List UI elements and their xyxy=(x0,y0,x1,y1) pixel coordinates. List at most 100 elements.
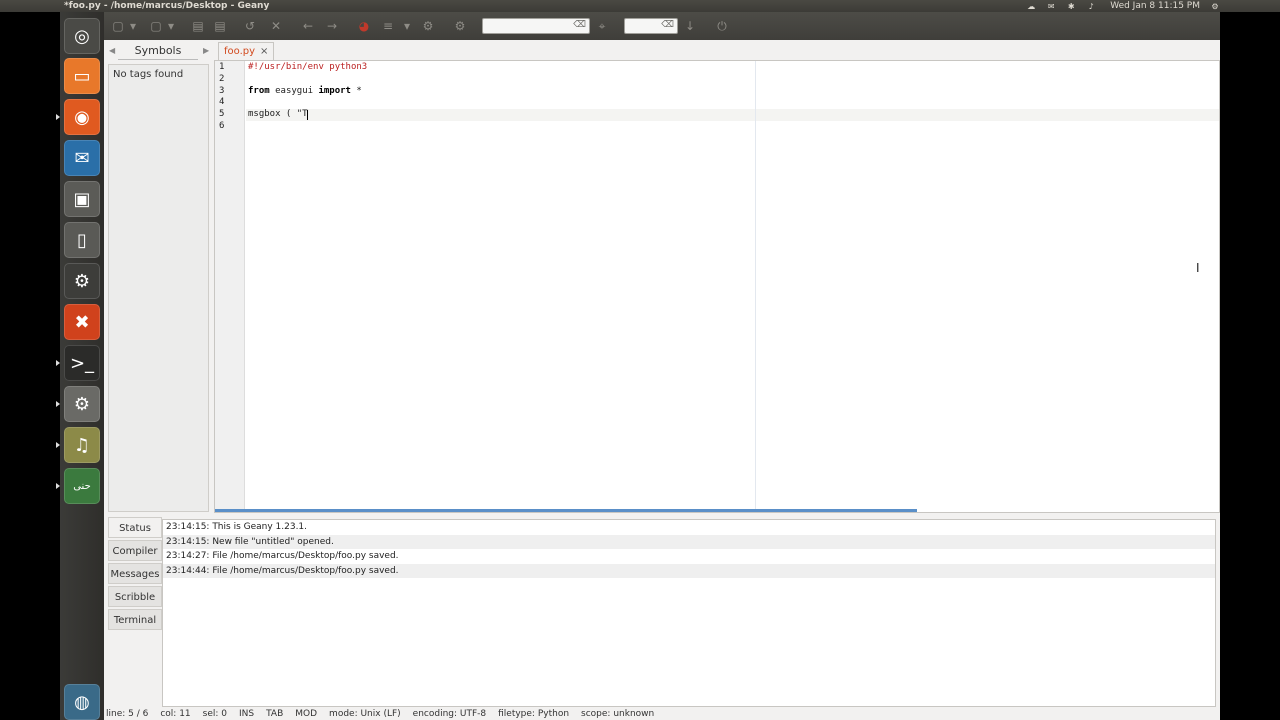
tab-right-arrow-icon[interactable]: ▶ xyxy=(203,46,209,55)
toolbar: ▢ ▾ ▢ ▾ ▤ ▤ ↺ ✕ ← → ◕ ≡ ▾ ⚙ ⚙ ⌫ ⌖ ⌫ ↓ ⏻ xyxy=(104,12,1220,40)
tab-label: foo.py xyxy=(224,46,256,57)
log-row: 23:14:15: New file "untitled" opened. xyxy=(163,534,1215,549)
log-row: 23:14:27: File /home/marcus/Desktop/foo.… xyxy=(166,551,399,561)
line-number: 2 xyxy=(219,73,225,84)
trash-icon[interactable]: ◍ xyxy=(64,684,100,720)
line-number: 6 xyxy=(219,121,225,131)
disk-icon[interactable]: ▣ xyxy=(64,181,100,217)
clear-icon[interactable]: ⌫ xyxy=(573,20,586,30)
symbols-list: No tags found xyxy=(108,64,209,512)
speaker-icon[interactable]: ♫ xyxy=(64,427,100,463)
no-tags-label: No tags found xyxy=(113,69,184,80)
files-icon[interactable]: ▭ xyxy=(64,58,100,94)
close-icon[interactable]: × xyxy=(260,43,268,61)
tab-foo-py[interactable]: foo.py × xyxy=(218,42,275,61)
code-line: msgbox ( "T xyxy=(248,109,308,119)
keyword-token: import xyxy=(318,85,351,96)
undo-icon[interactable]: ← xyxy=(300,18,316,34)
stop-icon[interactable]: ✖ xyxy=(64,304,100,340)
color-chooser-icon[interactable]: ◕ xyxy=(356,18,372,34)
code-line: #!/usr/bin/env python3 xyxy=(248,62,367,72)
tab-scribble[interactable]: Scribble xyxy=(108,586,162,607)
firefox-icon[interactable]: ◉ xyxy=(64,99,100,135)
build-icon[interactable]: ≡ xyxy=(380,18,396,34)
keyword-token: from xyxy=(248,85,270,96)
tab-status[interactable]: Status xyxy=(108,517,162,538)
search-input[interactable]: ⌫ xyxy=(482,18,590,34)
gear-icon[interactable]: ⚙ xyxy=(1210,2,1220,11)
mail-icon[interactable]: ✉ xyxy=(64,140,100,176)
ubuntu-logo-icon[interactable]: ◎ xyxy=(64,18,100,54)
line-number: 3 xyxy=(219,85,225,96)
code-token: msgbox ( "T xyxy=(248,109,308,120)
dropdown-icon[interactable]: ▾ xyxy=(402,18,412,34)
dropdown-icon[interactable]: ▾ xyxy=(128,18,138,34)
system-tray: ☁ ✉ ✱ ♪ Wed Jan 8 11:15 PM ⚙ xyxy=(1026,0,1220,12)
quit-icon[interactable]: ⏻ xyxy=(714,18,730,34)
horizontal-scrollbar[interactable] xyxy=(215,509,917,512)
status-line: line: 5 / 6 xyxy=(106,709,149,719)
tab-symbols[interactable]: Symbols xyxy=(118,42,198,60)
status-mod: MOD xyxy=(295,709,318,719)
log-row: 23:14:44: File /home/marcus/Desktop/foo.… xyxy=(163,563,1215,578)
execute-icon[interactable]: ⚙ xyxy=(420,18,436,34)
text-caret xyxy=(307,110,308,120)
new-file-icon[interactable]: ▢ xyxy=(110,18,126,34)
volume-icon[interactable]: ♪ xyxy=(1086,2,1096,11)
top-panel: *foo.py - /home/marcus/Desktop - Geany ☁… xyxy=(0,0,1280,12)
code-token: * xyxy=(350,85,362,96)
line-number-gutter: 123456 xyxy=(215,61,245,512)
window-title: *foo.py - /home/marcus/Desktop - Geany xyxy=(64,1,270,11)
long-line-marker xyxy=(755,61,756,512)
revert-icon[interactable]: ↺ xyxy=(242,18,258,34)
message-window: Status Compiler Messages Scribble Termin… xyxy=(106,517,1218,710)
redo-icon[interactable]: → xyxy=(324,18,340,34)
clear-icon[interactable]: ⌫ xyxy=(661,20,674,30)
arabic-app-icon[interactable]: حنى xyxy=(64,468,100,504)
tab-terminal[interactable]: Terminal xyxy=(108,609,162,630)
dropdown-icon[interactable]: ▾ xyxy=(166,18,176,34)
ibeam-cursor-icon: I xyxy=(1196,261,1200,275)
cloud-icon[interactable]: ☁ xyxy=(1026,2,1036,11)
code-editor[interactable]: 123456 #!/usr/bin/env python3 from easygu… xyxy=(214,60,1220,513)
settings-icon[interactable]: ⚙ xyxy=(64,386,100,422)
goto-line-icon[interactable]: ↓ xyxy=(682,18,698,34)
launcher: ◎ ▭ ◉ ✉ ▣ ▯ ⚙ ✖ >_ ⚙ ♫ حنى ◍ xyxy=(56,12,104,720)
sidebar: ◀ Symbols ▶ No tags found xyxy=(106,40,211,513)
clock[interactable]: Wed Jan 8 11:15 PM xyxy=(1110,0,1200,12)
line-number: 5 xyxy=(219,109,225,120)
log-row: 23:14:15: This is Geany 1.23.1. xyxy=(166,522,308,532)
document-icon[interactable]: ▯ xyxy=(64,222,100,258)
status-filetype: filetype: Python xyxy=(498,709,570,719)
terminal-icon[interactable]: >_ xyxy=(64,345,100,381)
current-line-highlight xyxy=(246,109,1219,121)
preferences-icon[interactable]: ⚙ xyxy=(452,18,468,34)
open-file-icon[interactable]: ▢ xyxy=(148,18,164,34)
tab-messages[interactable]: Messages xyxy=(108,563,162,584)
status-col: col: 11 xyxy=(160,709,191,719)
comment-token: #!/usr/bin/env python3 xyxy=(248,62,368,72)
mail-icon[interactable]: ✉ xyxy=(1046,2,1056,11)
screen-margin xyxy=(1220,12,1280,720)
goto-line-input[interactable]: ⌫ xyxy=(624,18,678,34)
close-file-icon[interactable]: ✕ xyxy=(268,18,284,34)
status-mode: mode: Unix (LF) xyxy=(329,709,401,719)
status-sel: sel: 0 xyxy=(202,709,228,719)
tab-left-arrow-icon[interactable]: ◀ xyxy=(109,46,115,55)
tab-compiler[interactable]: Compiler xyxy=(108,540,162,561)
message-tabs: Status Compiler Messages Scribble Termin… xyxy=(108,517,162,632)
status-ins: INS xyxy=(239,709,255,719)
status-bar: line: 5 / 6 col: 11 sel: 0 INS TAB MOD m… xyxy=(104,709,1220,720)
code-token: easygui xyxy=(269,85,319,96)
geany-window: ▢ ▾ ▢ ▾ ▤ ▤ ↺ ✕ ← → ◕ ≡ ▾ ⚙ ⚙ ⌫ ⌖ ⌫ ↓ ⏻ … xyxy=(104,12,1220,720)
find-icon[interactable]: ⌖ xyxy=(594,18,610,34)
status-tab: TAB xyxy=(266,709,284,719)
code-line: from easygui import * xyxy=(248,86,362,96)
steam-icon[interactable]: ⚙ xyxy=(64,263,100,299)
editor-tabs: foo.py × xyxy=(214,40,1220,62)
bluetooth-icon[interactable]: ✱ xyxy=(1066,2,1076,11)
save-icon[interactable]: ▤ xyxy=(190,18,206,34)
status-scope: scope: unknown xyxy=(581,709,655,719)
status-log: 23:14:15: This is Geany 1.23.1. 23:14:15… xyxy=(162,519,1216,707)
save-all-icon[interactable]: ▤ xyxy=(212,18,228,34)
